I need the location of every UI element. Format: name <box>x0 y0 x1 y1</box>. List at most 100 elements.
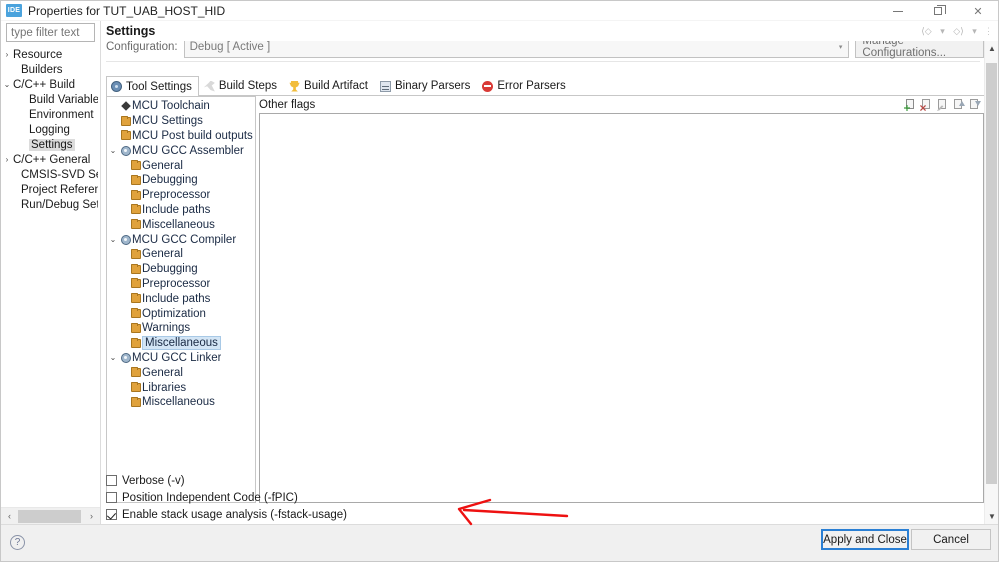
option-row[interactable]: Position Independent Code (-fPIC) <box>106 489 984 506</box>
sidebar-item-run-debug-settin[interactable]: Run/Debug Settin <box>1 197 100 212</box>
content-vertical-scrollbar[interactable]: ▲ ▼ <box>984 41 998 524</box>
checkbox[interactable] <box>106 492 117 503</box>
forward-dropdown-icon[interactable]: ▾ <box>968 23 981 39</box>
twisty-icon[interactable]: › <box>1 152 13 167</box>
help-icon[interactable]: ? <box>10 535 25 550</box>
twisty-icon[interactable]: ⌄ <box>107 353 119 362</box>
edit-icon[interactable] <box>936 98 949 111</box>
tool-tree-item[interactable]: ⌄ MCU GCC Assembler <box>107 143 255 158</box>
scroll-down-icon[interactable]: ▼ <box>985 509 998 524</box>
tool-tree-item[interactable]: Miscellaneous <box>107 395 255 410</box>
tab-error-parsers[interactable]: Error Parsers <box>477 76 572 95</box>
tool-tree-item[interactable]: Optimization <box>107 306 255 321</box>
minimize-button[interactable] <box>878 1 918 21</box>
sidebar-item-environment[interactable]: Environment <box>1 107 100 122</box>
vertical-scroll-thumb[interactable] <box>986 63 997 484</box>
sidebar-item-builders[interactable]: Builders <box>1 62 100 77</box>
twisty-icon[interactable]: ⌄ <box>107 235 119 244</box>
sidebar-item-label: Project Reference: <box>21 183 98 196</box>
sidebar-item-c-c-build[interactable]: ⌄ C/C++ Build <box>1 77 100 92</box>
sidebar-item-project-reference[interactable]: Project Reference: <box>1 182 100 197</box>
cancel-button[interactable]: Cancel <box>911 529 991 550</box>
page-title: Settings <box>106 24 156 38</box>
close-button[interactable]: ✕ <box>958 1 998 21</box>
tool-tree-item-label: MCU GCC Compiler <box>132 233 237 246</box>
tool-tree-item[interactable]: ⌄ MCU GCC Compiler <box>107 232 255 247</box>
tool-tree-item-label: Preprocessor <box>142 277 211 290</box>
add-icon[interactable] <box>904 98 917 111</box>
tool-tree-item[interactable]: Warnings <box>107 321 255 336</box>
scroll-right-icon[interactable]: › <box>83 508 100 525</box>
tool-tree-item[interactable]: Debugging <box>107 262 255 277</box>
checkbox[interactable] <box>106 475 117 486</box>
tab-build-steps[interactable]: Build Steps <box>199 76 284 95</box>
twisty-icon[interactable]: › <box>1 47 13 62</box>
sidebar-item-c-c-general[interactable]: › C/C++ General <box>1 152 100 167</box>
tool-tree-item-label: Libraries <box>142 381 187 394</box>
back-arrow-icon[interactable]: ⟨◇ <box>920 23 933 39</box>
scroll-thumb[interactable] <box>18 509 81 523</box>
twisty-icon[interactable]: ⌄ <box>1 77 13 92</box>
sidebar-item-logging[interactable]: Logging <box>1 122 100 137</box>
tool-tree-item[interactable]: ⌄ MCU GCC Linker <box>107 351 255 366</box>
manage-configurations-button[interactable]: Manage Configurations... <box>855 41 984 59</box>
filter-input[interactable] <box>6 23 95 42</box>
tool-tree-item[interactable]: Include paths <box>107 291 255 306</box>
tool-tree-item[interactable]: Miscellaneous <box>107 336 255 351</box>
scroll-track[interactable] <box>18 507 83 525</box>
tool-tree-item[interactable]: Preprocessor <box>107 188 255 203</box>
gear-icon <box>119 352 132 363</box>
tab-label: Build Steps <box>218 80 278 92</box>
sidebar-item-cmsis-svd-settin[interactable]: CMSIS-SVD Settin <box>1 167 100 182</box>
move-down-icon[interactable] <box>968 98 981 111</box>
tool-tree-item[interactable]: Preprocessor <box>107 277 255 292</box>
delete-icon[interactable] <box>920 98 933 111</box>
tool-settings-tree[interactable]: MCU Toolchain MCU Settings MCU Post build … <box>106 96 256 503</box>
tab-tool-settings[interactable]: Tool Settings <box>106 76 199 96</box>
tool-tree-item-label: Include paths <box>142 292 211 305</box>
tool-tree-item[interactable]: Include paths <box>107 203 255 218</box>
tab-build-artifact[interactable]: Build Artifact <box>284 76 375 95</box>
tool-tree-item[interactable]: Miscellaneous <box>107 217 255 232</box>
folder-icon <box>129 219 142 230</box>
view-menu-icon[interactable]: ⋮ <box>984 26 993 37</box>
checkbox[interactable] <box>106 509 117 520</box>
sidebar-item-settings[interactable]: Settings <box>1 137 100 152</box>
tool-tree-item[interactable]: MCU Toolchain <box>107 99 255 114</box>
other-flags-panel: Other flags <box>259 96 984 503</box>
app-icon: IDE <box>6 4 22 17</box>
page-header-toolbar: ⟨◇ ▾ ◇⟩ ▾ ⋮ <box>920 21 993 41</box>
twisty-icon[interactable]: ⌄ <box>107 146 119 155</box>
option-row[interactable]: Enable stack usage analysis (-fstack-usa… <box>106 506 984 523</box>
sidebar-item-build-variables[interactable]: Build Variables <box>1 92 100 107</box>
scroll-left-icon[interactable]: ‹ <box>1 508 18 525</box>
tool-tree-item[interactable]: Debugging <box>107 173 255 188</box>
tool-tree-item[interactable]: General <box>107 365 255 380</box>
forward-arrow-icon[interactable]: ◇⟩ <box>952 23 965 39</box>
sidebar-item-label: Run/Debug Settin <box>21 198 98 211</box>
sidebar-item-resource[interactable]: › Resource <box>1 47 100 62</box>
scroll-up-icon[interactable]: ▲ <box>985 41 998 56</box>
folder-icon <box>129 278 142 289</box>
settings-sidebar: ›ResourceBuilders⌄C/C++ BuildBuild Varia… <box>1 21 101 525</box>
sidebar-item-label: Build Variables <box>29 93 98 106</box>
restore-button[interactable] <box>918 1 958 21</box>
window-controls: ✕ <box>878 1 998 21</box>
tool-settings-icon <box>111 81 122 92</box>
tool-tree-item[interactable]: Libraries <box>107 380 255 395</box>
other-flags-toolbar <box>904 98 984 111</box>
tool-tree-item[interactable]: MCU Post build outputs <box>107 129 255 144</box>
tool-tree-item-label: Miscellaneous <box>142 396 215 409</box>
apply-and-close-button[interactable]: Apply and Close <box>821 529 909 550</box>
back-dropdown-icon[interactable]: ▾ <box>936 23 949 39</box>
tool-tree-item[interactable]: General <box>107 247 255 262</box>
other-flags-list[interactable] <box>259 113 984 503</box>
sidebar-horizontal-scrollbar[interactable]: ‹ › <box>1 507 100 525</box>
tab-binary-parsers[interactable]: Binary Parsers <box>375 76 477 95</box>
tool-tree-item[interactable]: General <box>107 158 255 173</box>
configuration-select[interactable]: Debug [ Active ] ▾ <box>183 41 850 58</box>
folder-icon <box>129 337 142 348</box>
move-up-icon[interactable] <box>952 98 965 111</box>
tool-tree-item[interactable]: MCU Settings <box>107 114 255 129</box>
option-row[interactable]: Verbose (-v) <box>106 472 984 489</box>
